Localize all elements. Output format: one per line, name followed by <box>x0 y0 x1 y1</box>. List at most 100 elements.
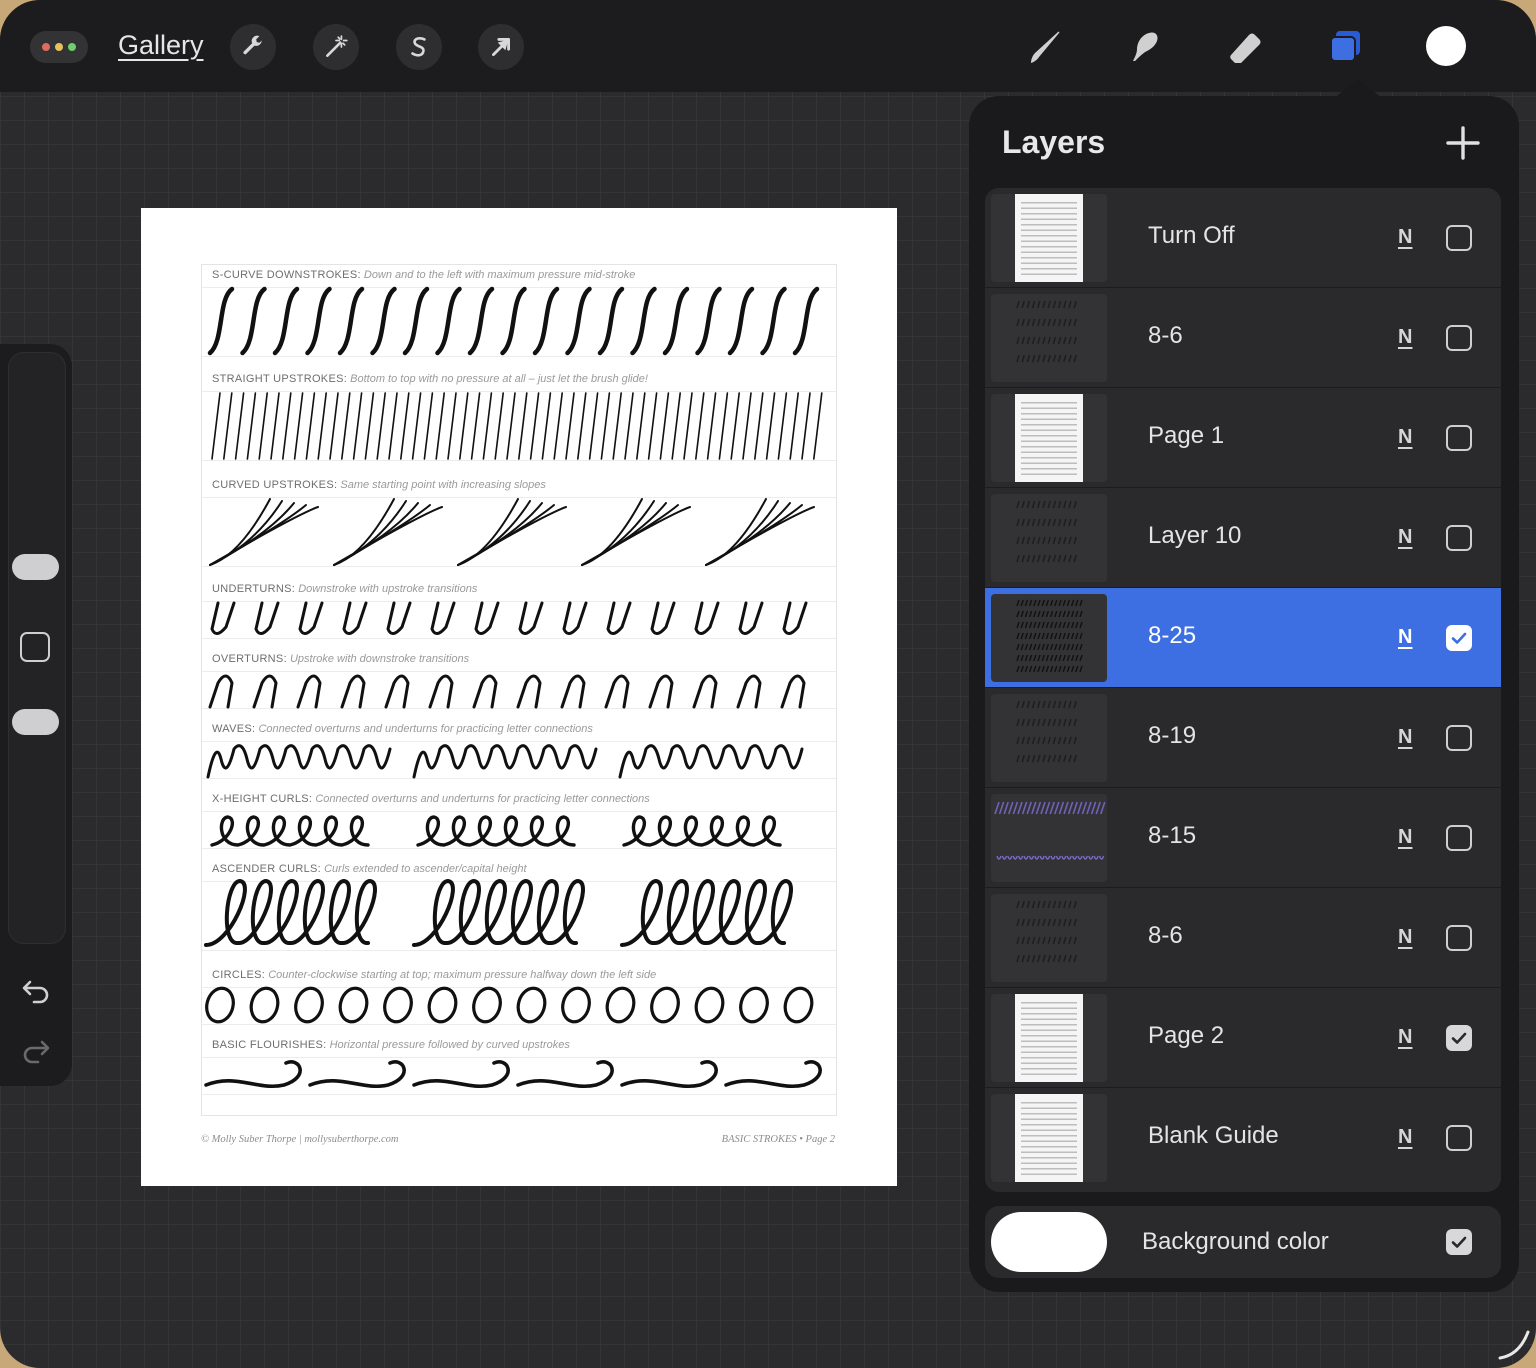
layer-visibility-checkbox[interactable] <box>1446 1125 1472 1151</box>
gallery-button[interactable]: Gallery <box>118 30 204 61</box>
smudge-icon[interactable] <box>1120 22 1170 72</box>
layer-thumbnail[interactable] <box>991 894 1107 982</box>
calligraphy-stroke <box>724 1060 822 1088</box>
layer-thumbnail[interactable] <box>991 594 1107 682</box>
calligraphy-stroke <box>204 1060 302 1088</box>
add-layer-button[interactable] <box>1442 122 1484 164</box>
calligraphy-stroke <box>581 506 691 566</box>
calligraphy-stroke <box>754 392 764 460</box>
calligraphy-stroke <box>207 286 235 356</box>
layer-visibility-checkbox[interactable] <box>1446 825 1472 851</box>
layer-thumbnail[interactable] <box>991 394 1107 482</box>
calligraphy-stroke <box>801 392 811 460</box>
calligraphy-stroke <box>581 502 667 566</box>
layer-thumbnail[interactable] <box>991 794 1107 882</box>
blend-mode-button[interactable]: N <box>1398 326 1412 349</box>
calligraphy-circle <box>383 986 413 1024</box>
layer-thumbnail[interactable] <box>991 294 1107 382</box>
calligraphy-stroke <box>412 878 585 947</box>
layer-row[interactable]: Layer 10 N <box>985 488 1501 588</box>
wrench-icon[interactable] <box>230 24 276 70</box>
layer-name: Layer 10 <box>1148 522 1242 549</box>
calligraphy-stroke <box>760 286 787 356</box>
blend-mode-button[interactable]: N <box>1398 1126 1412 1149</box>
calligraphy-stroke <box>482 392 493 460</box>
blend-mode-button[interactable]: N <box>1398 826 1412 849</box>
calligraphy-stroke <box>565 392 575 460</box>
layer-row[interactable]: 8-15 N <box>985 788 1501 888</box>
calligraphy-stroke <box>650 601 676 635</box>
layer-row[interactable]: Page 2 N <box>985 988 1501 1088</box>
blend-mode-button[interactable]: N <box>1398 226 1412 249</box>
undo-icon[interactable] <box>20 974 52 1006</box>
canvas-document[interactable]: S-CURVE DOWNSTROKES: Down and to the lef… <box>141 208 897 1186</box>
calligraphy-stroke <box>695 286 722 356</box>
calligraphy-stroke <box>447 392 457 460</box>
blend-mode-button[interactable]: N <box>1398 1026 1412 1049</box>
layer-thumbnail[interactable] <box>991 1094 1107 1182</box>
modifier-button[interactable] <box>20 632 50 662</box>
layer-thumbnail[interactable] <box>991 694 1107 782</box>
background-color-layer[interactable]: Background color <box>985 1206 1501 1278</box>
layer-row[interactable]: 8-6 N <box>985 288 1501 388</box>
left-sidebar <box>0 344 72 1086</box>
background-visibility-checkbox[interactable] <box>1446 1229 1472 1255</box>
eraser-icon[interactable] <box>1220 22 1270 72</box>
window-menu-button[interactable] <box>30 31 88 63</box>
layer-row[interactable]: 8-19 N <box>985 688 1501 788</box>
calligraphy-stroke <box>606 601 632 635</box>
calligraphy-stroke <box>370 286 397 356</box>
blend-mode-button[interactable]: N <box>1398 926 1412 949</box>
blend-mode-button[interactable]: N <box>1398 626 1412 649</box>
calligraphy-stroke <box>333 498 395 566</box>
blend-mode-button[interactable]: N <box>1398 426 1412 449</box>
selection-s-icon[interactable] <box>396 24 442 70</box>
layer-visibility-checkbox[interactable] <box>1446 225 1472 251</box>
calligraphy-stroke <box>474 601 500 635</box>
calligraphy-stroke <box>337 286 365 356</box>
layer-visibility-checkbox[interactable] <box>1446 325 1472 351</box>
layer-thumbnail[interactable] <box>991 194 1107 282</box>
layer-row[interactable]: 8-6 N <box>985 888 1501 988</box>
redo-icon[interactable] <box>20 1034 52 1066</box>
row-s-curve-downstrokes: S-CURVE DOWNSTROKES: Down and to the lef… <box>202 265 836 369</box>
calligraphy-stroke <box>718 392 729 460</box>
calligraphy-stroke <box>376 392 386 460</box>
layer-row[interactable]: Turn Off N <box>985 188 1501 288</box>
calligraphy-stroke <box>258 392 268 460</box>
row-x-height-curls: X-HEIGHT CURLS: Connected overturns and … <box>202 789 836 859</box>
layer-visibility-checkbox[interactable] <box>1446 1025 1472 1051</box>
brush-icon[interactable] <box>1020 22 1070 72</box>
calligraphy-stroke <box>647 392 658 460</box>
layer-visibility-checkbox[interactable] <box>1446 625 1472 651</box>
layer-thumbnail[interactable] <box>991 494 1107 582</box>
layer-visibility-checkbox[interactable] <box>1446 725 1472 751</box>
brush-size-slider[interactable] <box>12 554 59 580</box>
layer-visibility-checkbox[interactable] <box>1446 925 1472 951</box>
layers-icon[interactable] <box>1321 22 1371 72</box>
layer-visibility-checkbox[interactable] <box>1446 425 1472 451</box>
layer-row[interactable]: Blank Guide N <box>985 1088 1501 1188</box>
layer-thumbnail[interactable] <box>991 994 1107 1082</box>
menu-dot-green <box>68 43 76 51</box>
magic-wand-icon[interactable] <box>313 24 359 70</box>
layer-name: 8-25 <box>1148 622 1197 649</box>
calligraphy-stroke <box>223 392 233 460</box>
blend-mode-button[interactable]: N <box>1398 526 1412 549</box>
layer-visibility-checkbox[interactable] <box>1446 525 1472 551</box>
calligraphy-circle <box>427 986 458 1024</box>
row-basic-flourishes: BASIC FLOURISHES: Horizontal pressure fo… <box>202 1035 836 1115</box>
calligraphy-stroke <box>565 286 592 356</box>
color-picker-swatch[interactable] <box>1426 26 1466 66</box>
calligraphy-stroke <box>210 815 370 847</box>
blend-mode-button[interactable]: N <box>1398 726 1412 749</box>
layer-row[interactable]: 8-25 N <box>985 588 1501 688</box>
transform-arrow-icon[interactable] <box>478 24 524 70</box>
calligraphy-stroke <box>695 392 705 460</box>
row-ascender-curls: ASCENDER CURLS: Curls extended to ascend… <box>202 859 836 963</box>
layer-row[interactable]: Page 1 N <box>985 388 1501 488</box>
ascender-curl-strokes <box>204 878 793 947</box>
opacity-slider[interactable] <box>12 709 59 735</box>
calligraphy-stroke <box>209 506 319 566</box>
background-color-swatch[interactable] <box>991 1212 1107 1272</box>
